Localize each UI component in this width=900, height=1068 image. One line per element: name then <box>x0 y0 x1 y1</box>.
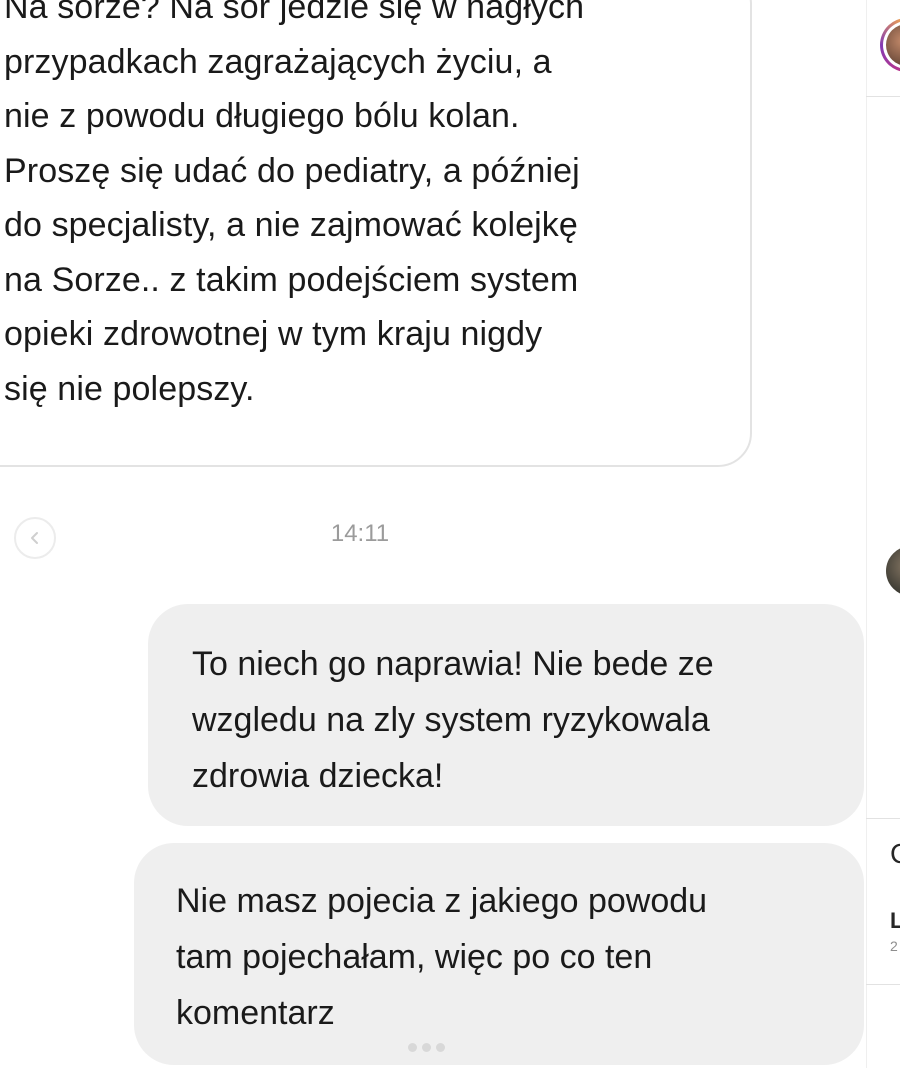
page-dot <box>436 1043 445 1052</box>
chevron-left-icon <box>31 532 38 544</box>
outgoing-message-text: Nie masz pojecia z jakiego powodu tam po… <box>176 882 708 1032</box>
page-indicator-dots <box>408 1043 445 1052</box>
sidebar-meta-fragment: 2 <box>890 938 898 954</box>
sidebar-heading-fragment: C <box>890 838 900 870</box>
message-timestamp: 14:11 <box>330 520 390 547</box>
outgoing-message-text: To niech go naprawia! Nie bede ze wzgled… <box>192 645 714 795</box>
dm-thread: Na sorze? Na sor jedzie się w nagłych pr… <box>0 0 900 1068</box>
avatar-photo <box>886 24 900 66</box>
back-button[interactable] <box>14 517 56 559</box>
sidebar-row-divider <box>866 984 900 985</box>
sidebar-row-divider <box>866 96 900 97</box>
outgoing-message-bubble[interactable]: To niech go naprawia! Nie bede ze wzgled… <box>148 604 864 826</box>
sidebar-row-divider <box>866 818 900 819</box>
outgoing-message-bubble[interactable]: Nie masz pojecia z jakiego powodu tam po… <box>134 843 864 1065</box>
page-dot <box>422 1043 431 1052</box>
sidebar-name-fragment: L <box>890 908 900 933</box>
avatar[interactable] <box>880 18 900 72</box>
incoming-message-text: Na sorze? Na sor jedzie się w nagłych pr… <box>4 0 585 408</box>
incoming-message-bubble[interactable]: Na sorze? Na sor jedzie się w nagłych pr… <box>0 0 752 467</box>
sidebar-divider <box>866 0 867 1068</box>
avatar[interactable] <box>886 546 900 596</box>
page-dot <box>408 1043 417 1052</box>
